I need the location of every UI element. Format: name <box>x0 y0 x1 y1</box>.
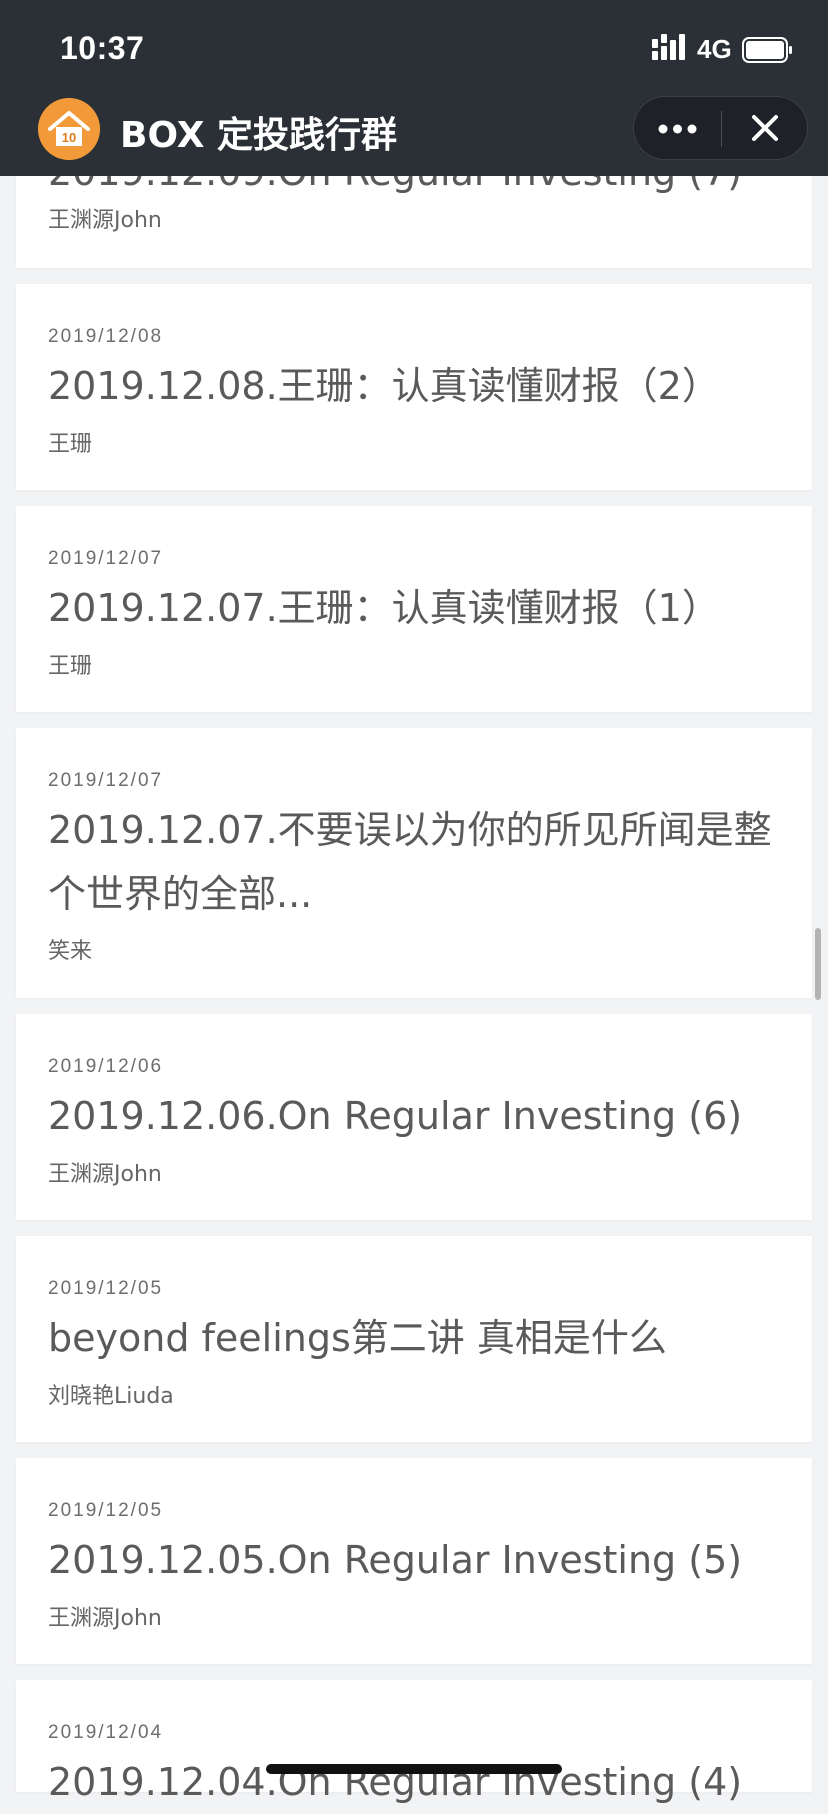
more-dots-icon <box>658 124 697 134</box>
article-card[interactable]: 2019/12/04 2019.12.04.On Regular Investi… <box>16 1680 812 1804</box>
page-title: BOX 定投践行群 <box>120 115 398 156</box>
article-author: 笑来 <box>48 939 93 964</box>
home-indicator[interactable] <box>266 1764 562 1774</box>
article-title: 2019.12.07.王珊：认真读懂财报（1） <box>48 586 720 630</box>
article-card[interactable]: 2019/12/05 beyond feelings第二讲 真相是什么 刘晓艳L… <box>16 1236 812 1442</box>
battery-icon <box>742 37 792 63</box>
article-author: 王渊源John <box>48 1606 162 1631</box>
article-card[interactable]: 2019/12/07 2019.12.07.王珊：认真读懂财报（1） 王珊 <box>16 506 812 712</box>
article-title: 2019.12.04.On Regular Investing (4) <box>48 1760 743 1804</box>
article-feed[interactable]: 2019.12.09.On Regular Investing (7) 王渊源J… <box>0 0 828 1804</box>
more-button[interactable] <box>634 97 721 159</box>
article-date: 2019/12/07 <box>48 770 164 791</box>
nav-bar: 10 BOX 定投践行群 <box>0 96 828 176</box>
article-date: 2019/12/06 <box>48 1056 164 1077</box>
article-title: 2019.12.05.On Regular Investing (5) <box>48 1538 743 1582</box>
mini-program-capsule <box>633 96 808 160</box>
article-card[interactable]: 2019/12/08 2019.12.08.王珊：认真读懂财报（2） 王珊 <box>16 284 812 490</box>
network-type: 4G <box>697 34 732 64</box>
signal-icon <box>652 34 685 60</box>
article-title: 2019.12.08.王珊：认真读懂财报（2） <box>48 364 720 408</box>
article-author: 王渊源John <box>48 1162 162 1187</box>
article-date: 2019/12/08 <box>48 326 164 347</box>
article-card[interactable]: 2019/12/07 2019.12.07.不要误以为你的所见所闻是整个世界的全… <box>16 728 812 998</box>
article-author: 王渊源John <box>48 208 162 233</box>
logo-text: 10 <box>62 130 76 145</box>
status-bar: 10:37 4G <box>0 0 828 96</box>
article-card[interactable]: 2019/12/05 2019.12.05.On Regular Investi… <box>16 1458 812 1664</box>
scroll-indicator[interactable] <box>815 928 821 1000</box>
article-author: 王珊 <box>48 432 93 457</box>
house-icon: 10 <box>38 98 100 160</box>
app-header: 10:37 4G 10 BOX 定投践行群 <box>0 0 828 176</box>
article-date: 2019/12/04 <box>48 1722 164 1743</box>
article-title: 2019.12.07.不要误以为你的所见所闻是整个世界的全部... <box>48 808 772 916</box>
article-author: 王珊 <box>48 654 93 679</box>
article-title: beyond feelings第二讲 真相是什么 <box>48 1316 667 1360</box>
close-button[interactable] <box>722 97 808 159</box>
article-author: 刘晓艳Liuda <box>48 1384 174 1409</box>
article-title: 2019.12.06.On Regular Investing (6) <box>48 1094 743 1138</box>
status-time: 10:37 <box>60 30 145 66</box>
close-icon <box>752 115 778 141</box>
article-date: 2019/12/05 <box>48 1500 164 1521</box>
article-date: 2019/12/05 <box>48 1278 164 1299</box>
app-logo[interactable]: 10 <box>38 98 100 160</box>
article-card[interactable]: 2019/12/06 2019.12.06.On Regular Investi… <box>16 1014 812 1220</box>
article-date: 2019/12/07 <box>48 548 164 569</box>
